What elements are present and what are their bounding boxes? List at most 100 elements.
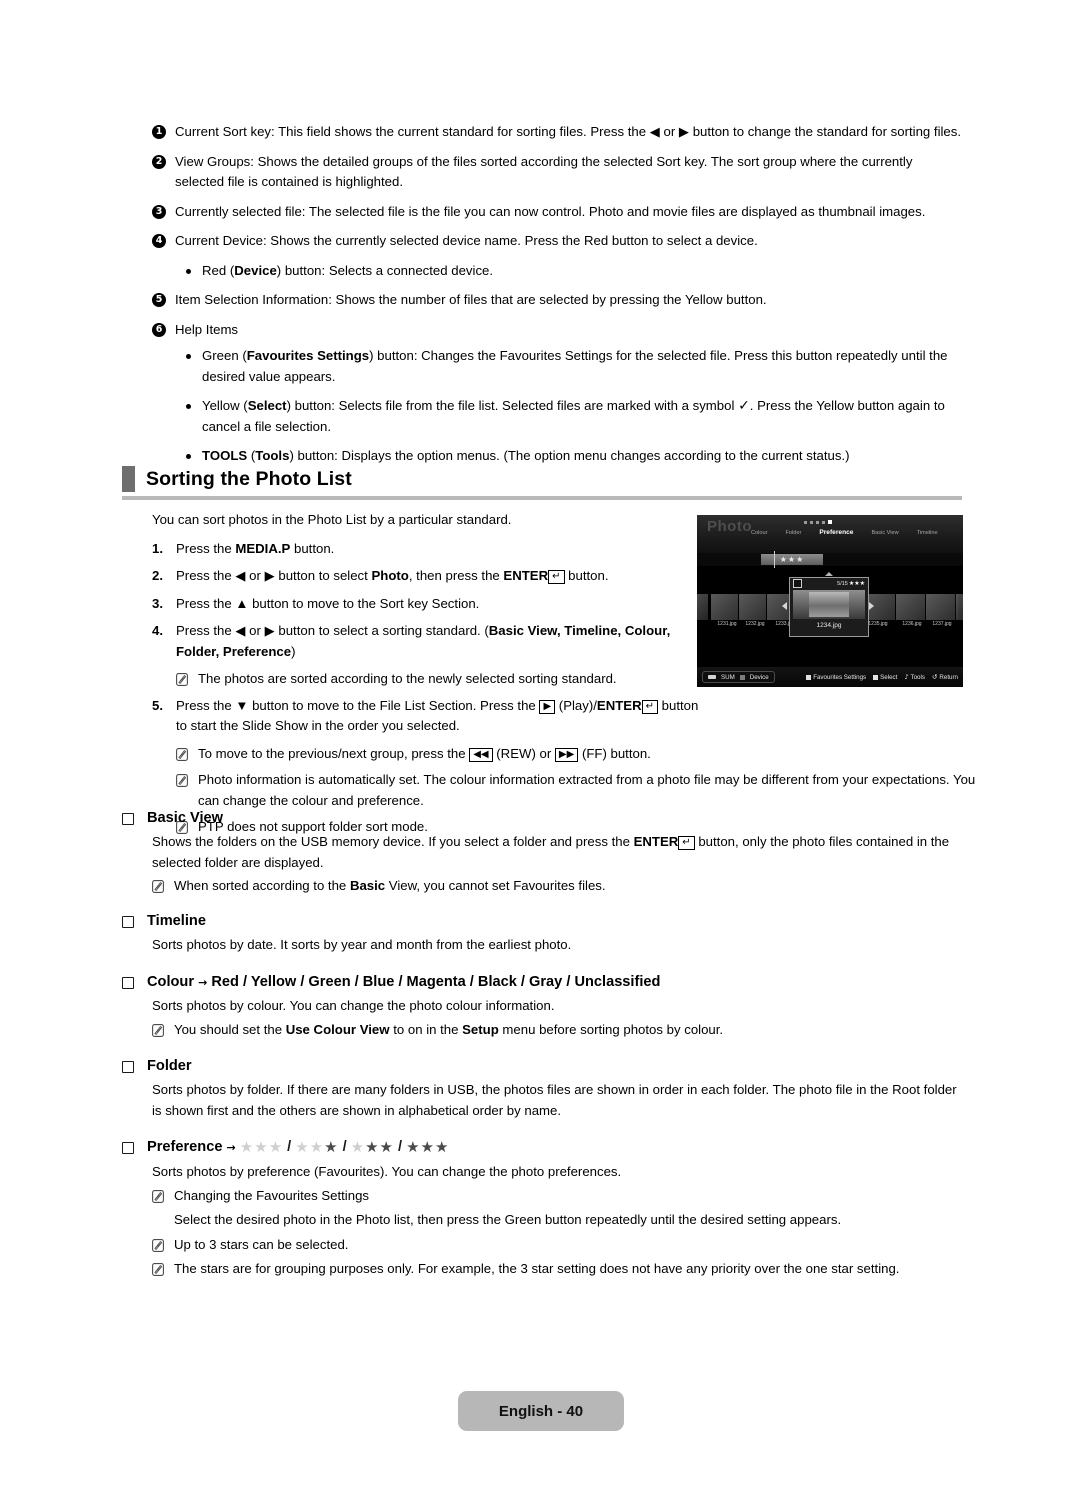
callout-item: 6 Help Items (152, 320, 962, 341)
step-5-number: 5. (152, 697, 163, 713)
basic-view-note-text: When sorted according to the Basic View,… (174, 876, 967, 897)
star-group-0: ★★★ (239, 1138, 284, 1156)
tv-tab-timeline[interactable]: Timeline (917, 530, 938, 536)
step-5-enter-label: ENTER (596, 697, 642, 713)
tv-prev-arrow-icon[interactable] (782, 602, 787, 610)
tv-thumbnail[interactable]: 1237.jpg (925, 593, 959, 627)
callout-item: 4 Current Device: Shows the currently se… (152, 231, 962, 252)
green-bold: Favourites Settings (246, 348, 370, 363)
colour-title: Colour (147, 974, 195, 990)
enter-key-icon: ↵ (641, 699, 658, 714)
tv-photo-list-screenshot: Photo Colour Folder Preference Basic Vie… (697, 515, 963, 687)
tv-sort-group-selected[interactable]: ★★★ (761, 554, 823, 565)
device-bullet-suffix: ) button: Selects a connected device. (276, 262, 494, 278)
page-title: Sorting the Photo List (146, 467, 352, 490)
colour-values: Red / Yellow / Green / Blue / Magenta / … (211, 974, 661, 990)
step-2-bold: Photo (371, 568, 409, 583)
yellow-bold: Select (247, 398, 287, 413)
section-heading: Sorting the Photo List (122, 466, 962, 500)
rew-post: (FF) button. (578, 745, 651, 761)
steps-list: You can sort photos in the Photo List by… (152, 510, 975, 844)
green-prefix: Green ( (202, 348, 247, 363)
tv-help-tools-label: Tools (910, 673, 925, 681)
tv-help-return[interactable]: ↺ Return (932, 673, 958, 681)
tv-thumbnail-edge[interactable] (955, 593, 963, 621)
help-bullet-tools: TOOLS (Tools) button: Displays the optio… (186, 446, 962, 467)
callout-text-6: Help Items (175, 321, 239, 337)
star-separator: / (342, 1139, 347, 1155)
note-icon (152, 1263, 164, 1276)
arrow-icon: → (198, 976, 208, 989)
yellow-button-icon (873, 674, 879, 680)
preference-note-1-text: Changing the Favourites Settings (174, 1187, 369, 1203)
tv-thumbnail-caption: 1236.jpg (902, 621, 922, 627)
callout-text-5: Item Selection Information: Shows the nu… (175, 292, 767, 307)
callout-text-2: View Groups: Shows the detailed groups o… (175, 153, 913, 190)
tools-icon: ♪ (904, 673, 909, 681)
step-2: 2. Press the ◀ or ▶ button to select Pho… (152, 566, 712, 587)
tv-selected-stars: ★★★ (848, 580, 865, 587)
preference-subline: Select the desired photo in the Photo li… (174, 1212, 842, 1227)
tv-tab-basic-view[interactable]: Basic View (871, 530, 898, 536)
tv-screen-title: Photo (707, 518, 752, 535)
tv-selected-filename: 1234.jpg (816, 622, 842, 629)
callout-text-3: Currently selected file: The selected fi… (175, 203, 926, 219)
step-5-mid: (Play)/ (555, 697, 597, 713)
subsection-preference-notes: Changing the Favourites Settings Select … (152, 1186, 967, 1280)
tv-up-arrow-icon (825, 572, 833, 576)
tv-device-selector[interactable]: SUM Device (702, 671, 775, 683)
callout-item: 5 Item Selection Information: Shows the … (152, 290, 962, 311)
note-icon (176, 747, 188, 761)
tv-selected-file-card[interactable]: 5/15 ★★★ 1234.jpg (789, 577, 869, 637)
fastforward-key-icon: ▶▶ (554, 747, 579, 762)
tv-help-favourites-label: Favourites Settings (813, 673, 867, 681)
subsection-preference: Preference → ★★★ / ★★★ / ★★★ / ★★★ Sorts photo… (122, 1138, 967, 1284)
return-icon: ↺ (931, 673, 938, 681)
device-bullet-text: Red (Device) button: Selects a connected… (202, 261, 962, 282)
page-number-label: English - 40 (498, 1402, 584, 1420)
tv-help-tools[interactable]: ♪ Tools (904, 673, 925, 681)
subsection-colour-body: Sorts photos by colour. You can change t… (152, 998, 555, 1013)
step-5-note-2: Photo information is automatically set. … (176, 770, 986, 811)
step-4-note: The photos are sorted according to the n… (176, 669, 712, 690)
bv-note-post: View, you cannot set Favourites files. (385, 878, 606, 893)
bullet-disc-icon (186, 268, 191, 274)
device-bullet-bold: Device (234, 262, 277, 278)
tv-help-select[interactable]: Select (873, 674, 897, 681)
note-icon (176, 673, 188, 686)
tv-help-return-label: Return (939, 673, 958, 681)
help-bullet-green: Green (Favourites Settings) button: Chan… (186, 346, 962, 387)
tv-page-dot-current (828, 520, 832, 524)
tv-thumbnail[interactable]: 1236.jpg (895, 593, 929, 627)
manual-page: 1 Current Sort key: This field shows the… (0, 0, 1080, 1488)
subsection-folder-heading: Folder (122, 1058, 967, 1074)
callout-number-2: 2 (152, 154, 166, 169)
step-3-number: 3. (152, 595, 163, 611)
tv-tab-preference[interactable]: Preference (819, 529, 853, 536)
device-bullet: Red (Device) button: Selects a connected… (186, 261, 962, 282)
tv-thumbnail-edge[interactable] (697, 593, 709, 621)
tv-select-checkbox-icon[interactable] (793, 579, 802, 588)
step-5-text: Press the ▼ button to move to the File L… (176, 696, 712, 737)
step-4-pre: Press the ◀ or ▶ button to select a sort… (176, 623, 489, 638)
tv-next-arrow-icon[interactable] (869, 602, 874, 610)
checkbox-bullet-icon (122, 916, 134, 928)
step-1-number: 1. (152, 540, 163, 556)
help-bullet-green-text: Green (Favourites Settings) button: Chan… (202, 346, 962, 387)
step-3: 3. Press the ▲ button to move to the Sor… (152, 594, 712, 615)
section-intro: You can sort photos in the Photo List by… (152, 512, 512, 527)
note-icon (176, 774, 188, 787)
tv-selected-index: 5/15 ★★★ (837, 580, 865, 587)
col-note-bold: Use Colour View (285, 1021, 390, 1037)
step-1-text: Press the MEDIA.P button. (176, 539, 712, 560)
bullet-disc-icon (186, 404, 191, 409)
tv-help-bar: Favourites Settings Select ♪ Tools ↺ Retur… (806, 673, 958, 681)
section-marker-icon (122, 466, 135, 492)
help-bullet-tools-text: TOOLS (Tools) button: Displays the optio… (202, 446, 962, 467)
subsection-colour-notes: You should set the Use Colour View to on… (152, 1020, 967, 1041)
tv-tab-folder[interactable]: Folder (785, 530, 801, 536)
tv-tab-colour[interactable]: Colour (751, 530, 767, 536)
star-group-1: ★★★ (295, 1138, 339, 1156)
page-footer: English - 40 (458, 1391, 624, 1431)
tv-help-favourites[interactable]: Favourites Settings (806, 674, 866, 681)
